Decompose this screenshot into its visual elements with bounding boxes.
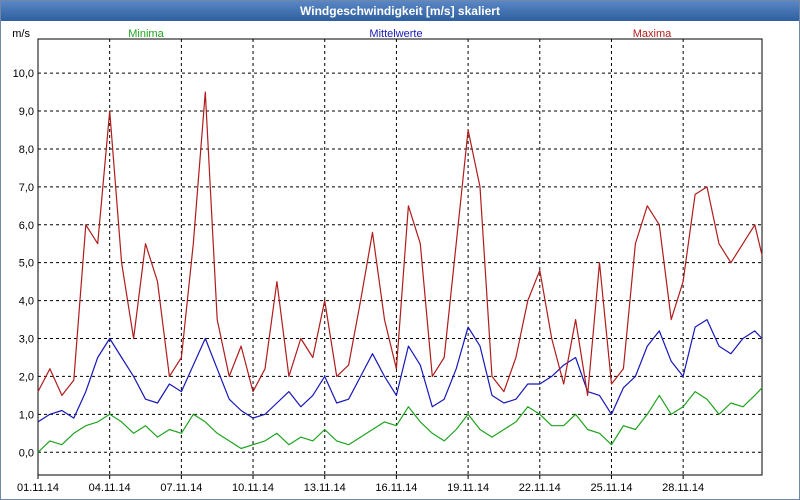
x-tick-label: 01.11.14	[17, 482, 59, 494]
x-tick-label: 28.11.14	[662, 482, 704, 494]
y-tick-label: 7,0	[19, 182, 34, 194]
window-title: Windgeschwindigkeit [m/s] skaliert	[1, 1, 799, 21]
y-tick-label: 5,0	[19, 258, 34, 270]
y-tick-label: 9,0	[19, 106, 34, 118]
x-tick-label: 16.11.14	[375, 482, 417, 494]
y-tick-label: 8,0	[19, 144, 34, 156]
x-tick-label: 22.11.14	[519, 482, 561, 494]
legend-label-minima: Minima	[128, 28, 164, 40]
x-tick-label: 25.11.14	[590, 482, 632, 494]
x-tick-label: 04.11.14	[89, 482, 131, 494]
y-tick-label: 6,0	[19, 220, 34, 232]
x-tick-label: 13.11.14	[304, 482, 346, 494]
x-tick-label: 07.11.14	[160, 482, 202, 494]
plot-area	[37, 38, 763, 476]
legend-label-mittelwerte: Mittelwerte	[369, 28, 422, 40]
x-tick-label: 19.11.14	[447, 482, 489, 494]
chart-svg: 0,0 1,0 2,0 3,0 4,0 5,0 6,0 7,0 8,0 9,0 10,0 01.11.…	[12, 28, 763, 494]
y-tick-label: 1,0	[19, 409, 34, 421]
legend-label-maxima: Maxima	[633, 28, 672, 40]
chart-window: Windgeschwindigkeit [m/s] skaliert 0,0 1,…	[0, 0, 800, 500]
y-axis-label: m/s	[12, 28, 30, 40]
y-tick-label: 4,0	[19, 296, 34, 308]
x-tick-label: 10.11.14	[232, 482, 274, 494]
y-tick-label: 3,0	[19, 334, 34, 346]
y-tick-label: 0,0	[19, 447, 34, 459]
y-tick-label: 10,0	[13, 68, 34, 80]
y-tick-label: 2,0	[19, 371, 34, 383]
